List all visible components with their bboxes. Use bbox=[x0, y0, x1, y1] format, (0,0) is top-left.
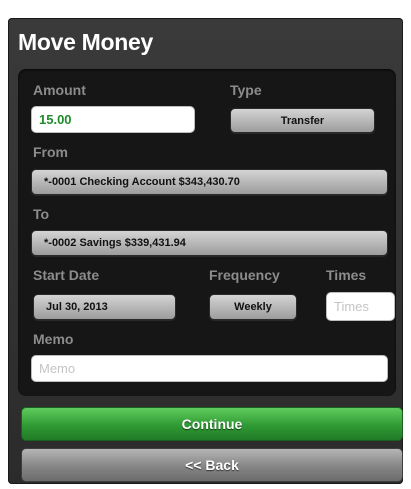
amount-field[interactable]: 15.00 bbox=[31, 106, 195, 133]
frequency-label: Frequency bbox=[209, 267, 280, 283]
memo-label: Memo bbox=[33, 331, 74, 347]
type-select[interactable]: Transfer bbox=[230, 108, 375, 133]
to-label: To bbox=[33, 206, 50, 222]
type-label: Type bbox=[230, 82, 262, 98]
page-title: Move Money bbox=[18, 29, 154, 55]
to-account-select[interactable]: *-0002 Savings $339,431.94 bbox=[31, 230, 388, 256]
times-label: Times bbox=[326, 267, 367, 283]
memo-field[interactable]: Memo bbox=[31, 355, 388, 382]
continue-button[interactable]: Continue bbox=[21, 407, 403, 441]
amount-label: Amount bbox=[33, 82, 86, 98]
from-label: From bbox=[33, 144, 68, 160]
frequency-select[interactable]: Weekly bbox=[209, 294, 297, 320]
start-date-picker[interactable]: Jul 30, 2013 bbox=[33, 294, 176, 320]
times-field[interactable]: Times bbox=[326, 292, 395, 321]
start-date-label: Start Date bbox=[33, 267, 100, 283]
back-button[interactable]: << Back bbox=[21, 448, 403, 482]
from-account-select[interactable]: *-0001 Checking Account $343,430.70 bbox=[31, 169, 388, 195]
